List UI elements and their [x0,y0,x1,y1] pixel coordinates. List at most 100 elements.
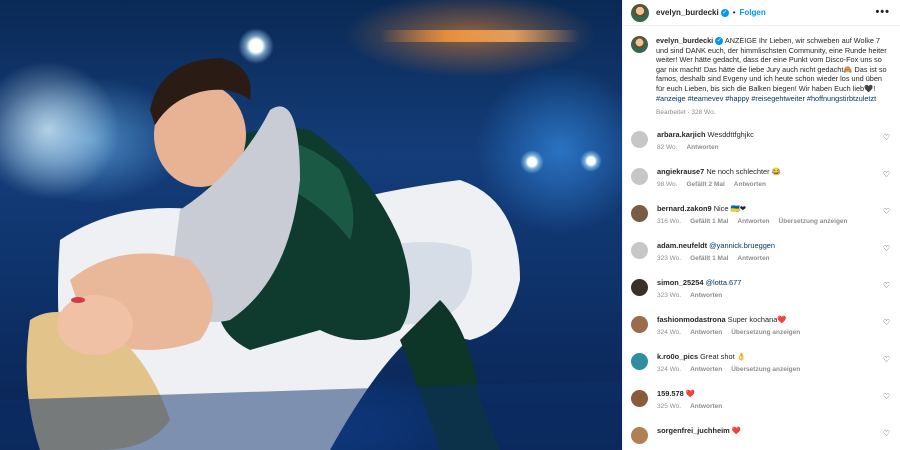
comment-actions: 325 Wo. Antworten [657,403,892,410]
commenter-avatar[interactable] [631,241,648,259]
heart-icon[interactable]: ♡ [883,392,890,401]
comment-line: adam.neufeldt @yannick.brueggen [657,241,892,251]
reply-button[interactable]: Antworten [690,366,722,373]
caption-avatar[interactable] [631,36,648,53]
comment-likes-count[interactable]: Gefällt 1 Mal [690,255,728,262]
comment-text: Great shot 👌 [700,351,746,361]
heart-emoji: 🖤 [864,83,874,93]
commenter-avatar[interactable] [631,130,648,148]
verified-badge-icon: ✓ [715,37,724,46]
reply-button[interactable]: Antworten [690,403,722,410]
heart-icon[interactable]: ♡ [883,244,890,253]
author-username[interactable]: evelyn_burdecki [656,8,719,17]
comment-line: 159.578 ❤️ [657,389,892,399]
comment-text: ❤️ [731,425,741,435]
comment-body: simon_25254 @lotta.677 323 Wo. Antworten [657,278,892,299]
caption-meta: Bearbeitet · 328 Wo. [656,109,716,117]
comment-likes-count[interactable]: Gefällt 1 Mal [690,218,728,225]
commenter-username[interactable]: arbara.karjich [657,130,705,139]
commenter-avatar[interactable] [631,278,648,296]
comment-time: 323 Wo. [657,291,682,299]
follow-button[interactable]: Folgen [740,8,766,17]
comment-actions: 323 Wo. Antworten [657,292,892,299]
comment-line: angiekrause7 Ne noch schlechter 😂 [657,167,892,177]
commenter-avatar[interactable] [631,426,648,444]
commenter-username[interactable]: bernard.zakon9 [657,204,712,213]
dancers-illustration [0,58,622,450]
post-caption: evelyn_burdecki ✓ ANZEIGE Ihr Lieben, wir… [631,36,892,118]
comment-text: Wesddttfghjkc [707,129,754,139]
comment-actions: 82 Wo. Antworten [657,144,892,151]
commenter-avatar[interactable] [631,204,648,222]
comment-time: 324 Wo. [657,365,682,373]
comment-mention[interactable]: @yannick.brueggen [709,241,775,250]
caption-text: evelyn_burdecki ✓ ANZEIGE Ihr Lieben, wir… [656,36,892,118]
reply-button[interactable]: Antworten [686,144,718,151]
heart-icon[interactable]: ♡ [883,355,890,364]
translate-button[interactable]: Übersetzung anzeigen [731,366,800,373]
reply-button[interactable]: Antworten [734,181,766,188]
comment-body: adam.neufeldt @yannick.brueggen 323 Wo. Ge… [657,241,892,262]
caption-hashtags[interactable]: #anzeige #teamevev #happy #reisegehtweit… [656,94,876,103]
commenter-username[interactable]: angiekrause7 [657,167,704,176]
commenter-avatar[interactable] [631,167,648,185]
heart-icon[interactable]: ♡ [883,133,890,142]
comment-time: 98 Wo. [657,180,678,188]
comment-body: angiekrause7 Ne noch schlechter 😂 98 Wo. G… [657,167,892,188]
comment-likes-count[interactable]: Gefällt 2 Mal [686,181,724,188]
reply-button[interactable]: Antworten [737,255,769,262]
reply-button[interactable]: Antworten [690,292,722,299]
more-options-icon[interactable]: ••• [875,6,890,18]
comment-item: fashionmodastrona Super kochana❤️ 324 Wo.… [631,315,892,352]
comment-mention[interactable]: @lotta.677 [706,278,742,287]
comment-time: 316 Wo. [657,217,682,225]
comment-time: 325 Wo. [657,402,682,410]
commenter-username[interactable]: k.ro0o_pics [657,352,698,361]
reply-button[interactable]: Antworten [690,329,722,336]
post-header: evelyn_burdecki ✓ • Folgen ••• [623,0,900,26]
comment-body: sorgenfrei_juchheim ❤️ [657,426,892,436]
commenter-username[interactable]: 159.578 [657,389,684,398]
comment-actions: 323 Wo. Gefällt 1 Mal Antworten [657,255,892,262]
translate-button[interactable]: Übersetzung anzeigen [731,329,800,336]
caption-body-3: ! [873,83,876,93]
commenter-username[interactable]: sorgenfrei_juchheim [657,426,730,435]
comment-item: simon_25254 @lotta.677 323 Wo. Antworten ♡ [631,278,892,315]
comment-actions: 324 Wo. Antworten Übersetzung anzeigen [657,329,892,336]
comment-text: Ne noch schlechter 😂 [706,166,781,176]
comments-scroll-area[interactable]: evelyn_burdecki ✓ ANZEIGE Ihr Lieben, wir… [623,26,900,444]
translate-button[interactable]: Übersetzung anzeigen [779,218,848,225]
woman-lips [71,297,85,303]
heart-icon[interactable]: ♡ [883,281,890,290]
commenter-avatar[interactable] [631,352,648,370]
comment-time: 82 Wo. [657,143,678,151]
post-photo[interactable] [0,0,622,450]
monkey-emoji: 🙈 [843,64,853,74]
heart-icon[interactable]: ♡ [883,207,890,216]
commenter-avatar[interactable] [631,315,648,333]
comment-line: simon_25254 @lotta.677 [657,278,892,288]
comment-time: 324 Wo. [657,328,682,336]
comment-actions: 316 Wo. Gefällt 1 Mal Antworten Übersetzung… [657,218,892,225]
heart-icon[interactable]: ♡ [883,429,890,438]
comment-item: k.ro0o_pics Great shot 👌 324 Wo. Antworten… [631,352,892,389]
commenter-username[interactable]: adam.neufeldt [657,241,707,250]
comment-body: fashionmodastrona Super kochana❤️ 324 Wo.… [657,315,892,336]
commenter-username[interactable]: simon_25254 [657,278,703,287]
caption-username[interactable]: evelyn_burdecki [656,36,713,45]
comment-body: k.ro0o_pics Great shot 👌 324 Wo. Antworten… [657,352,892,373]
author-avatar[interactable] [631,3,649,22]
comment-item: bernard.zakon9 Nice 🇺🇦❤ 316 Wo. Gefällt 1 … [631,204,892,241]
comment-item: angiekrause7 Ne noch schlechter 😂 98 Wo. G… [631,167,892,204]
commenter-avatar[interactable] [631,389,648,407]
heart-icon[interactable]: ♡ [883,318,890,327]
comment-item: arbara.karjich Wesddttfghjkc 82 Wo. Antwor… [631,130,892,167]
comment-item: sorgenfrei_juchheim ❤️ ♡ [631,426,892,444]
heart-icon[interactable]: ♡ [883,170,890,179]
comments-list: arbara.karjich Wesddttfghjkc 82 Wo. Antwor… [631,130,892,444]
commenter-username[interactable]: fashionmodastrona [657,315,726,324]
comment-text: Nice 🇺🇦❤ [713,203,746,213]
comment-line: k.ro0o_pics Great shot 👌 [657,352,892,362]
post-side-panel: evelyn_burdecki ✓ • Folgen ••• evelyn_bu… [622,0,900,450]
reply-button[interactable]: Antworten [737,218,769,225]
